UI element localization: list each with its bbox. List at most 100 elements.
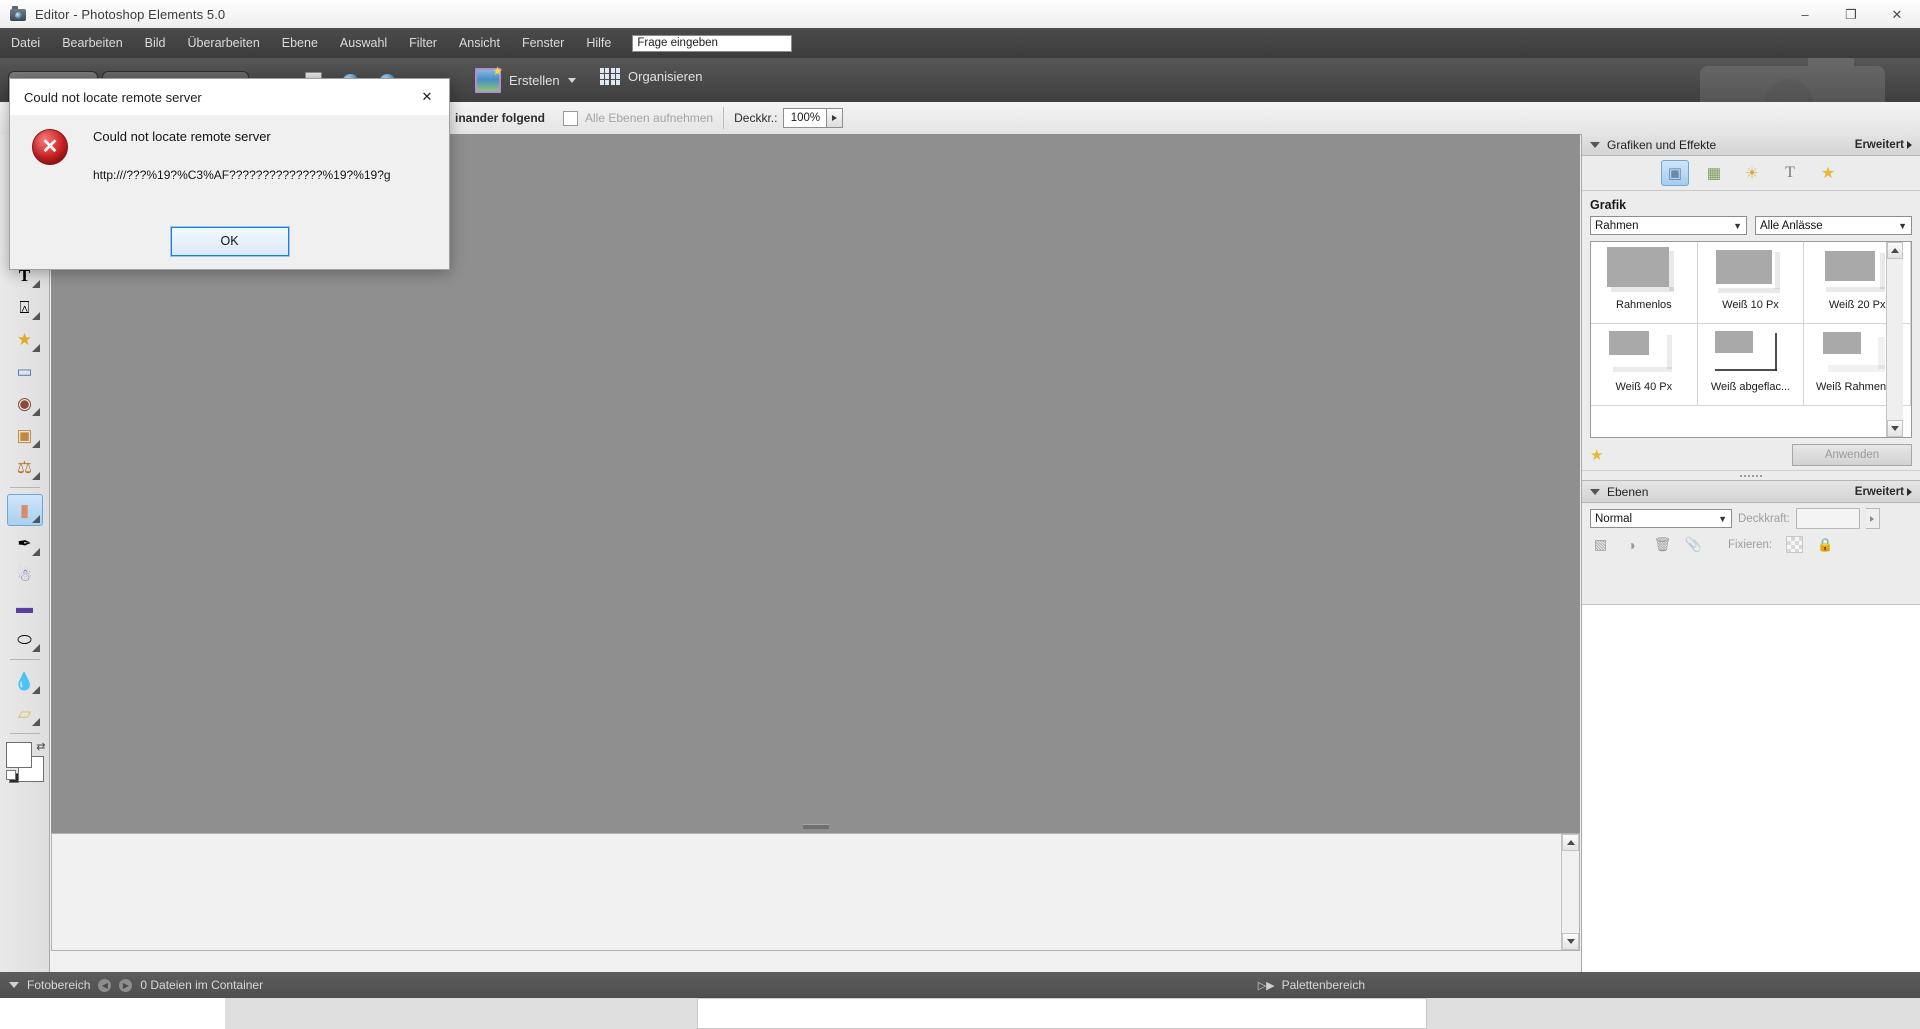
scroll-up-button[interactable] xyxy=(1562,834,1579,851)
maximize-button[interactable]: ❐ xyxy=(1828,0,1874,28)
red-eye-tool[interactable]: ◉ xyxy=(8,388,42,418)
thumbnail-label: Rahmenlos xyxy=(1616,299,1672,311)
effects-icon[interactable]: ☀ xyxy=(1739,161,1765,185)
menu-bearbeiten[interactable]: Bearbeiten xyxy=(51,28,133,58)
cookie-cutter-tool[interactable]: ★ xyxy=(8,324,42,354)
blend-mode-value: Normal xyxy=(1595,512,1633,525)
lock-transparency-icon[interactable] xyxy=(1786,536,1804,553)
brush-tool[interactable]: ✒ xyxy=(8,528,42,558)
opacity-stepper[interactable] xyxy=(827,108,844,128)
default-colors-icon[interactable] xyxy=(5,770,19,783)
adjustment-layer-icon[interactable]: ◑ xyxy=(1623,536,1640,553)
graphics-icon[interactable]: ▣ xyxy=(1661,160,1689,186)
menu-bar: Datei Bearbeiten Bild Überarbeiten Ebene… xyxy=(0,28,1920,58)
text-effects-icon[interactable]: T xyxy=(1777,161,1803,185)
layer-blend-row: Normal ▼ Deckkraft: xyxy=(1582,503,1920,534)
collapse-triangle-icon[interactable] xyxy=(1590,488,1600,495)
straighten-icon: ▭ xyxy=(16,361,33,381)
menu-hilfe[interactable]: Hilfe xyxy=(575,28,622,58)
menu-fenster[interactable]: Fenster xyxy=(511,28,575,58)
menu-ueberarbeiten[interactable]: Überarbeiten xyxy=(177,28,271,58)
foreground-color-swatch[interactable] xyxy=(5,742,32,768)
menu-ebene[interactable]: Ebene xyxy=(271,28,329,58)
palette-bin-toggle[interactable]: ▷▶ Palettenbereich xyxy=(1258,978,1920,992)
crop-tool[interactable]: ⍓ xyxy=(8,292,42,322)
graphics-type-select[interactable]: Rahmen ▼ xyxy=(1590,216,1747,235)
graphics-grid-scrollbar[interactable] xyxy=(1886,242,1903,437)
menu-filter[interactable]: Filter xyxy=(398,28,448,58)
previous-icon[interactable]: ◀ xyxy=(98,978,112,992)
ok-button[interactable]: OK xyxy=(169,225,290,257)
close-button[interactable]: ✕ xyxy=(1874,0,1920,28)
graphics-type-value: Rahmen xyxy=(1595,219,1639,232)
palette-bin-arrow-icon: ▷▶ xyxy=(1257,979,1275,992)
scroll-up-button[interactable] xyxy=(1887,242,1903,259)
layer-opacity-stepper[interactable] xyxy=(1865,508,1880,529)
lock-all-icon[interactable]: 🔒 xyxy=(1817,537,1833,553)
layer-buttons-row: ▧ ◑ 🗑 📎 Fixieren: 🔒 xyxy=(1582,534,1920,559)
layer-list[interactable] xyxy=(1582,604,1920,972)
scroll-down-button[interactable] xyxy=(1562,933,1579,950)
eraser-tool[interactable]: ▮ xyxy=(6,494,43,526)
menu-auswahl[interactable]: Auswahl xyxy=(329,28,398,58)
thumbnail-item[interactable]: Rahmenlos xyxy=(1591,242,1698,324)
all-layers-checkbox[interactable] xyxy=(563,110,578,126)
effects-panel-header[interactable]: Grafiken und Effekte Erweitert xyxy=(1582,134,1920,156)
effects-advanced-button[interactable]: Erweitert xyxy=(1855,139,1912,151)
stamp-icon: ⚖ xyxy=(16,457,33,477)
menu-ansicht[interactable]: Ansicht xyxy=(448,28,511,58)
palette-bin-label: Palettenbereich xyxy=(1281,978,1365,992)
clone-stamp-tool[interactable]: ⚖ xyxy=(8,452,42,482)
paint-bucket-tool[interactable]: ☃ xyxy=(8,560,42,590)
new-layer-icon[interactable]: ▧ xyxy=(1592,536,1609,553)
collapse-triangle-icon[interactable] xyxy=(1590,141,1600,148)
divider xyxy=(9,487,40,488)
help-search-input[interactable]: Frage eingeben xyxy=(632,34,793,52)
next-icon[interactable]: ▶ xyxy=(119,978,133,992)
healing-brush-tool[interactable]: ▣ xyxy=(8,420,42,450)
minimize-button[interactable]: – xyxy=(1782,0,1828,28)
gradient-tool[interactable]: ▬ xyxy=(8,592,42,622)
thumbnail-item[interactable]: Weiß 40 Px xyxy=(1591,324,1698,406)
error-icon-glyph: ✕ xyxy=(41,136,59,158)
scroll-down-button[interactable] xyxy=(1887,420,1903,437)
blur-tool[interactable]: 💧 xyxy=(8,666,42,696)
red-eye-icon: ◉ xyxy=(17,393,32,413)
menu-bild[interactable]: Bild xyxy=(134,28,177,58)
color-swatches[interactable]: ⇄ xyxy=(5,740,46,783)
dialog-footer: OK xyxy=(10,213,449,269)
frames-icon[interactable]: ▦ xyxy=(1701,161,1727,185)
thumbnail-item[interactable]: Weiß 10 Px xyxy=(1697,242,1805,324)
graphics-thumbnail-grid[interactable]: Rahmenlos Weiß 10 Px Weiß 20 Px Weiß 40 … xyxy=(1590,241,1912,438)
thumbnail-item[interactable]: Weiß abgeflac... xyxy=(1697,324,1805,406)
link-layers-icon[interactable]: 📎 xyxy=(1685,536,1702,553)
organize-button[interactable]: Organisieren xyxy=(600,68,702,85)
photo-bin[interactable] xyxy=(51,833,1580,951)
create-button[interactable]: Erstellen xyxy=(475,64,576,93)
thumbnail-preview-rahmen xyxy=(1820,329,1895,377)
delete-layer-icon[interactable]: 🗑 xyxy=(1654,536,1672,553)
graphics-occasion-select[interactable]: Alle Anlässe ▼ xyxy=(1755,216,1912,235)
chevron-right-icon xyxy=(1907,140,1912,149)
favorite-star-icon[interactable]: ★ xyxy=(1590,446,1603,464)
blend-mode-select[interactable]: Normal ▼ xyxy=(1590,509,1732,528)
layers-panel-header[interactable]: Ebenen Erweitert xyxy=(1582,480,1920,503)
panel-splitter[interactable] xyxy=(51,820,1580,832)
panel-resize-grip[interactable] xyxy=(1582,470,1920,480)
swap-colors-icon[interactable]: ⇄ xyxy=(36,740,45,753)
photo-bin-toggle[interactable]: Fotobereich ◀ ▶ 0 Dateien im Container xyxy=(0,978,263,992)
dialog-close-button[interactable]: ✕ xyxy=(405,79,449,115)
layer-opacity-input[interactable] xyxy=(1795,508,1860,529)
shape-icon: ⬭ xyxy=(17,629,32,649)
opacity-input[interactable]: 100% xyxy=(783,108,828,128)
photo-bin-label: Fotobereich xyxy=(27,978,91,992)
photo-bin-scrollbar[interactable] xyxy=(1561,834,1579,950)
menu-datei[interactable]: Datei xyxy=(0,28,51,58)
divider xyxy=(723,107,725,129)
apply-button[interactable]: Anwenden xyxy=(1792,444,1912,466)
layers-advanced-button[interactable]: Erweitert xyxy=(1855,486,1912,498)
shape-tool[interactable]: ⬭ xyxy=(8,624,42,654)
straighten-tool[interactable]: ▭ xyxy=(8,356,42,386)
sponge-tool[interactable]: ▱ xyxy=(8,698,42,728)
favorites-icon[interactable]: ★ xyxy=(1815,161,1841,185)
